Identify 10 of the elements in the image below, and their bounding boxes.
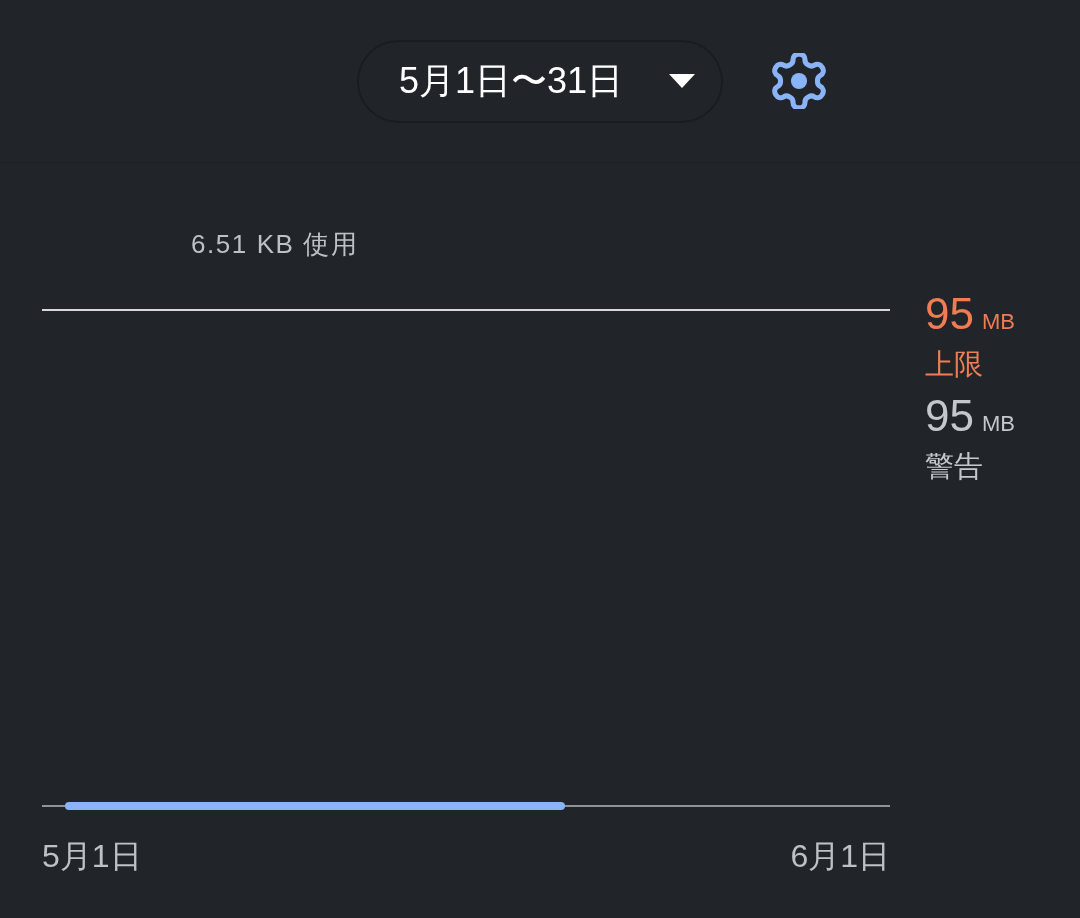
limit-label: 上限 (925, 347, 984, 382)
warning-label: 警告 (925, 449, 984, 484)
limit-amount: 95 MB (925, 290, 1015, 340)
settings-icon[interactable] (771, 53, 827, 109)
date-range-dropdown[interactable]: 5月1日〜31日 (357, 39, 723, 123)
warning-amount: 95 MB (925, 392, 1015, 442)
axis-end-label: 6月1日 (790, 837, 890, 876)
usage-amount: 6.51 KB 使用 (191, 228, 359, 261)
axis-start-label: 5月1日 (42, 837, 142, 876)
caret-icon (669, 74, 695, 88)
